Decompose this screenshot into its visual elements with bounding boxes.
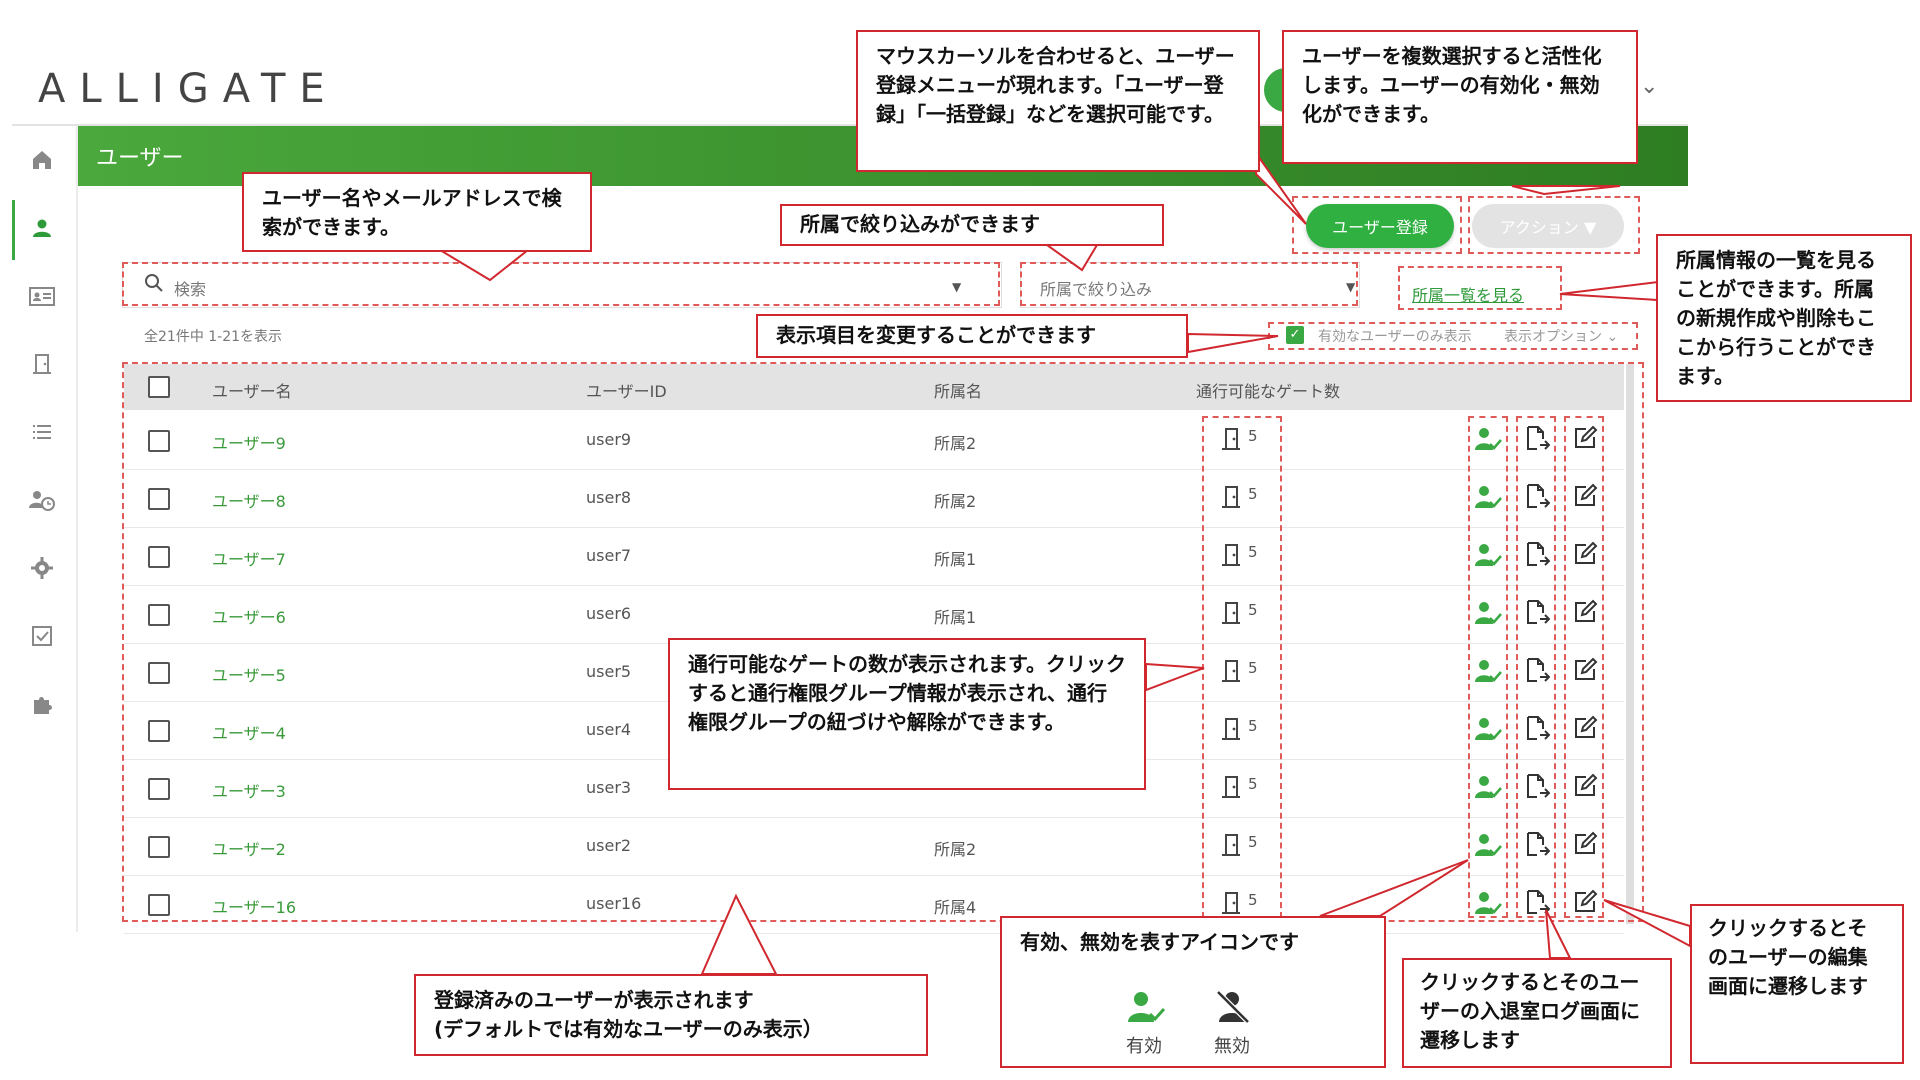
callout-action: ユーザーを複数選択すると活性化します。ユーザーの有効化・無効化ができます。: [1282, 30, 1638, 164]
user-active-icon: [1126, 990, 1166, 1032]
callout-users-list: 登録済みのユーザーが表示されます (デフォルトでは有効なユーザーのみ表示）: [414, 974, 928, 1056]
callout-status-icon: 有効、無効を表すアイコンです 有効 無効: [1000, 916, 1386, 1068]
callout-affiliation-list: 所属情報の一覧を見ることができます。所属の新規作成や削除もここから行うことができ…: [1656, 234, 1912, 402]
callout-status-text: 有効、無効を表すアイコンです: [1020, 930, 1299, 954]
callout-edit: クリックするとそのユーザーの編集画面に遷移します: [1690, 904, 1904, 1064]
callout-gates: 通行可能なゲートの数が表示されます。クリックすると通行権限グループ情報が表示され…: [668, 638, 1146, 790]
status-inactive-label: 無効: [1214, 1036, 1250, 1057]
callout-display-items: 表示項目を変更することができます: [756, 314, 1188, 358]
callout-register: マウスカーソルを合わせると、ユーザー登録メニューが現れます。「ユーザー登録」「一…: [856, 30, 1260, 172]
callout-search: ユーザー名やメールアドレスで検索ができます。: [242, 172, 592, 252]
callout-users-list-line1: 登録済みのユーザーが表示されます: [434, 988, 754, 1012]
callout-filter: 所属で絞り込みができます: [780, 204, 1164, 246]
callout-log: クリックするとそのユーザーの入退室ログ画面に遷移します: [1402, 958, 1672, 1068]
user-inactive-icon: [1214, 990, 1254, 1032]
status-active-label: 有効: [1126, 1036, 1162, 1057]
callout-users-list-line2: (デフォルトでは有効なユーザーのみ表示）: [434, 1017, 823, 1041]
